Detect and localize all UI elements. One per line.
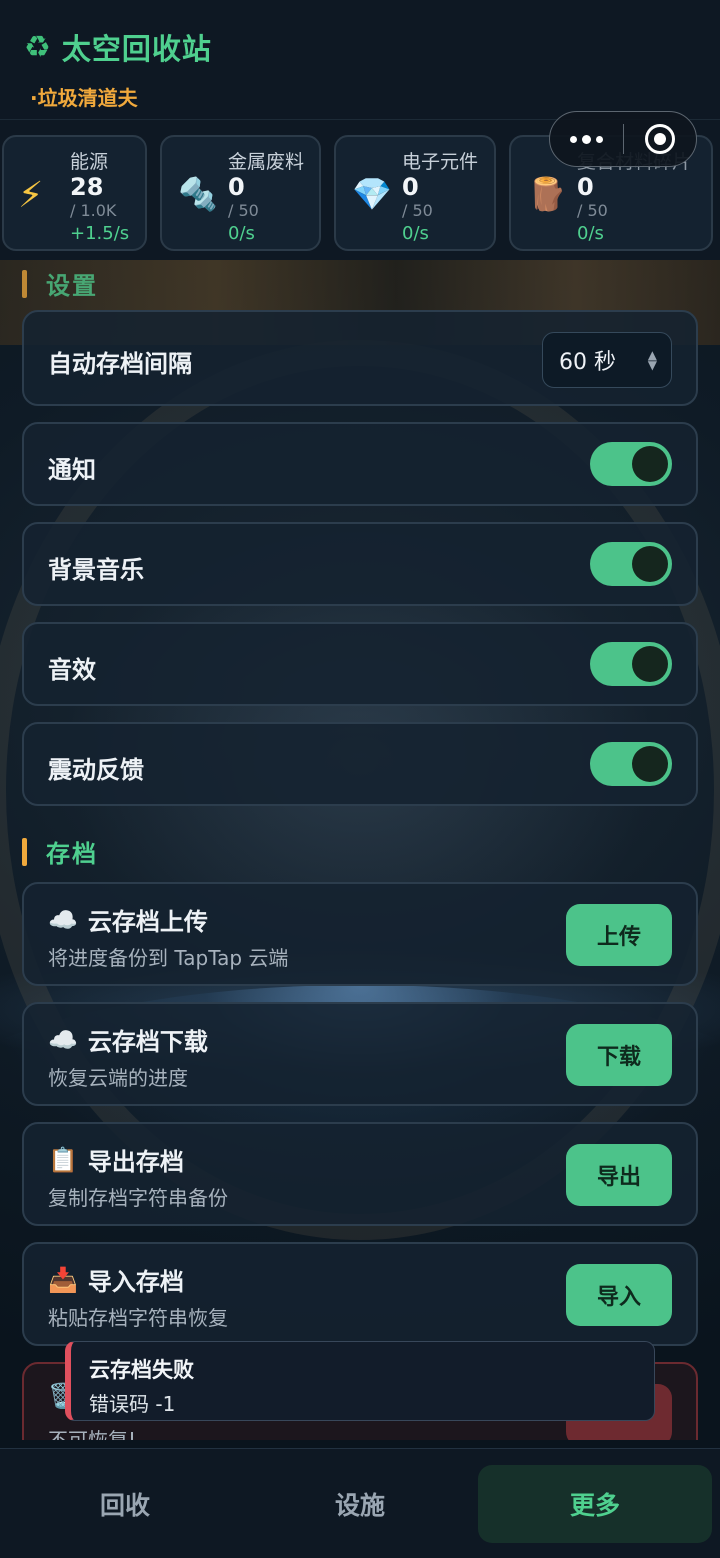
close-miniprogram-button[interactable] (624, 112, 697, 166)
resource-value: 0 (402, 173, 419, 201)
bgm-toggle[interactable] (590, 542, 672, 586)
nav-tab-more[interactable]: 更多 (478, 1465, 712, 1543)
save-item-title: 导入存档 (87, 1268, 184, 1296)
vibration-toggle[interactable] (590, 742, 672, 786)
setting-sfx: 音效 (22, 622, 698, 706)
cloud-icon: ☁️ (48, 905, 78, 934)
toast-detail: 错误码 -1 (89, 1392, 176, 1416)
resource-card-electronics: 💎 电子元件 0 / 50 0/s (334, 135, 496, 251)
recycle-icon: ♻ (24, 29, 52, 65)
setting-label: 自动存档间隔 (48, 350, 192, 378)
save-item-desc: 恢复云端的进度 (48, 1066, 188, 1090)
save-item-title: 云存档上传 (87, 908, 208, 936)
bolt-nut-icon: 🔩 (178, 175, 218, 213)
resource-rate: 0/s (228, 223, 255, 244)
resource-card-metal: 🔩 金属废料 0 / 50 0/s (160, 135, 321, 251)
select-value: 60 秒 (559, 350, 616, 375)
dot-icon (581, 134, 591, 144)
setting-label: 震动反馈 (48, 756, 144, 784)
autosave-interval-select[interactable]: 60 秒 ▲ ▼ (542, 332, 672, 388)
bottom-nav: 回收 设施 更多 (0, 1448, 720, 1558)
resource-name: 金属废料 (228, 151, 305, 173)
toast-title: 云存档失败 (89, 1358, 194, 1382)
resource-rate: 0/s (577, 223, 604, 244)
save-item-cloud-upload: ☁️ 云存档上传 将进度备份到 TapTap 云端 上传 (22, 882, 698, 986)
save-item-desc: 不可恢复! (48, 1428, 137, 1440)
download-button[interactable]: 下载 (566, 1024, 672, 1086)
error-toast: 云存档失败 错误码 -1 (65, 1341, 655, 1421)
save-item-desc: 复制存档字符串备份 (48, 1186, 228, 1210)
resource-rate: 0/s (402, 223, 429, 244)
save-item-import: 📥 导入存档 粘贴存档字符串恢复 导入 (22, 1242, 698, 1346)
player-rank: ·垃圾清道夫 (30, 86, 138, 110)
resource-value: 0 (228, 173, 245, 201)
save-item-desc: 粘贴存档字符串恢复 (48, 1306, 228, 1330)
section-title-saves: 存档 (22, 834, 98, 869)
save-item-title: 云存档下载 (87, 1028, 208, 1056)
section-title-settings: 设置 (22, 266, 98, 301)
resource-cap: / 1.0K (70, 201, 117, 220)
app-title: ♻ 太空回收站 (24, 26, 212, 68)
inbox-tray-icon: 📥 (48, 1265, 78, 1294)
save-item-export: 📋 导出存档 复制存档字符串备份 导出 (22, 1122, 698, 1226)
setting-autosave-interval: 自动存档间隔 60 秒 ▲ ▼ (22, 310, 698, 406)
app-title-text: 太空回收站 (61, 32, 212, 66)
gem-icon: 💎 (352, 175, 392, 213)
notifications-toggle[interactable] (590, 442, 672, 486)
miniprogram-capsule (549, 111, 697, 167)
setting-label: 音效 (48, 656, 96, 684)
resource-value: 28 (70, 173, 104, 201)
resource-value: 0 (577, 173, 594, 201)
export-button[interactable]: 导出 (566, 1144, 672, 1206)
nav-tab-recycle[interactable]: 回收 (8, 1465, 242, 1543)
setting-label: 通知 (48, 456, 96, 484)
save-item-desc: 将进度备份到 TapTap 云端 (48, 946, 289, 970)
dot-icon (595, 135, 603, 143)
save-item-cloud-download: ☁️ 云存档下载 恢复云端的进度 下载 (22, 1002, 698, 1106)
resource-rate: +1.5/s (70, 223, 130, 244)
setting-notifications: 通知 (22, 422, 698, 506)
sfx-toggle[interactable] (590, 642, 672, 686)
setting-label: 背景音乐 (48, 556, 144, 584)
wood-log-icon: 🪵 (527, 175, 567, 213)
clipboard-icon: 📋 (48, 1145, 78, 1174)
resource-card-energy: ⚡ 能源 28 / 1.0K +1.5/s (2, 135, 147, 251)
lightning-icon: ⚡ (18, 175, 44, 216)
settings-scroll-area[interactable]: 设置 自动存档间隔 60 秒 ▲ ▼ 通知 背景音乐 音效 震动反馈 存档 ☁️ … (0, 260, 720, 1440)
resource-name: 电子元件 (402, 151, 479, 173)
app-header: ♻ 太空回收站 ·垃圾清道夫 (0, 0, 720, 120)
upload-button[interactable]: 上传 (566, 904, 672, 966)
resource-name: 能源 (70, 151, 109, 173)
import-button[interactable]: 导入 (566, 1264, 672, 1326)
chevron-updown-icon: ▲ ▼ (647, 348, 657, 372)
target-icon (644, 124, 675, 154)
resource-cap: / 50 (577, 201, 608, 220)
save-item-title: 导出存档 (87, 1148, 184, 1176)
nav-tab-facilities[interactable]: 设施 (243, 1465, 477, 1543)
setting-bgm: 背景音乐 (22, 522, 698, 606)
cloud-icon: ☁️ (48, 1025, 78, 1054)
resource-cap: / 50 (228, 201, 259, 220)
dot-icon (569, 135, 577, 143)
more-menu-button[interactable] (550, 112, 623, 166)
setting-vibration: 震动反馈 (22, 722, 698, 806)
resource-cap: / 50 (402, 201, 433, 220)
